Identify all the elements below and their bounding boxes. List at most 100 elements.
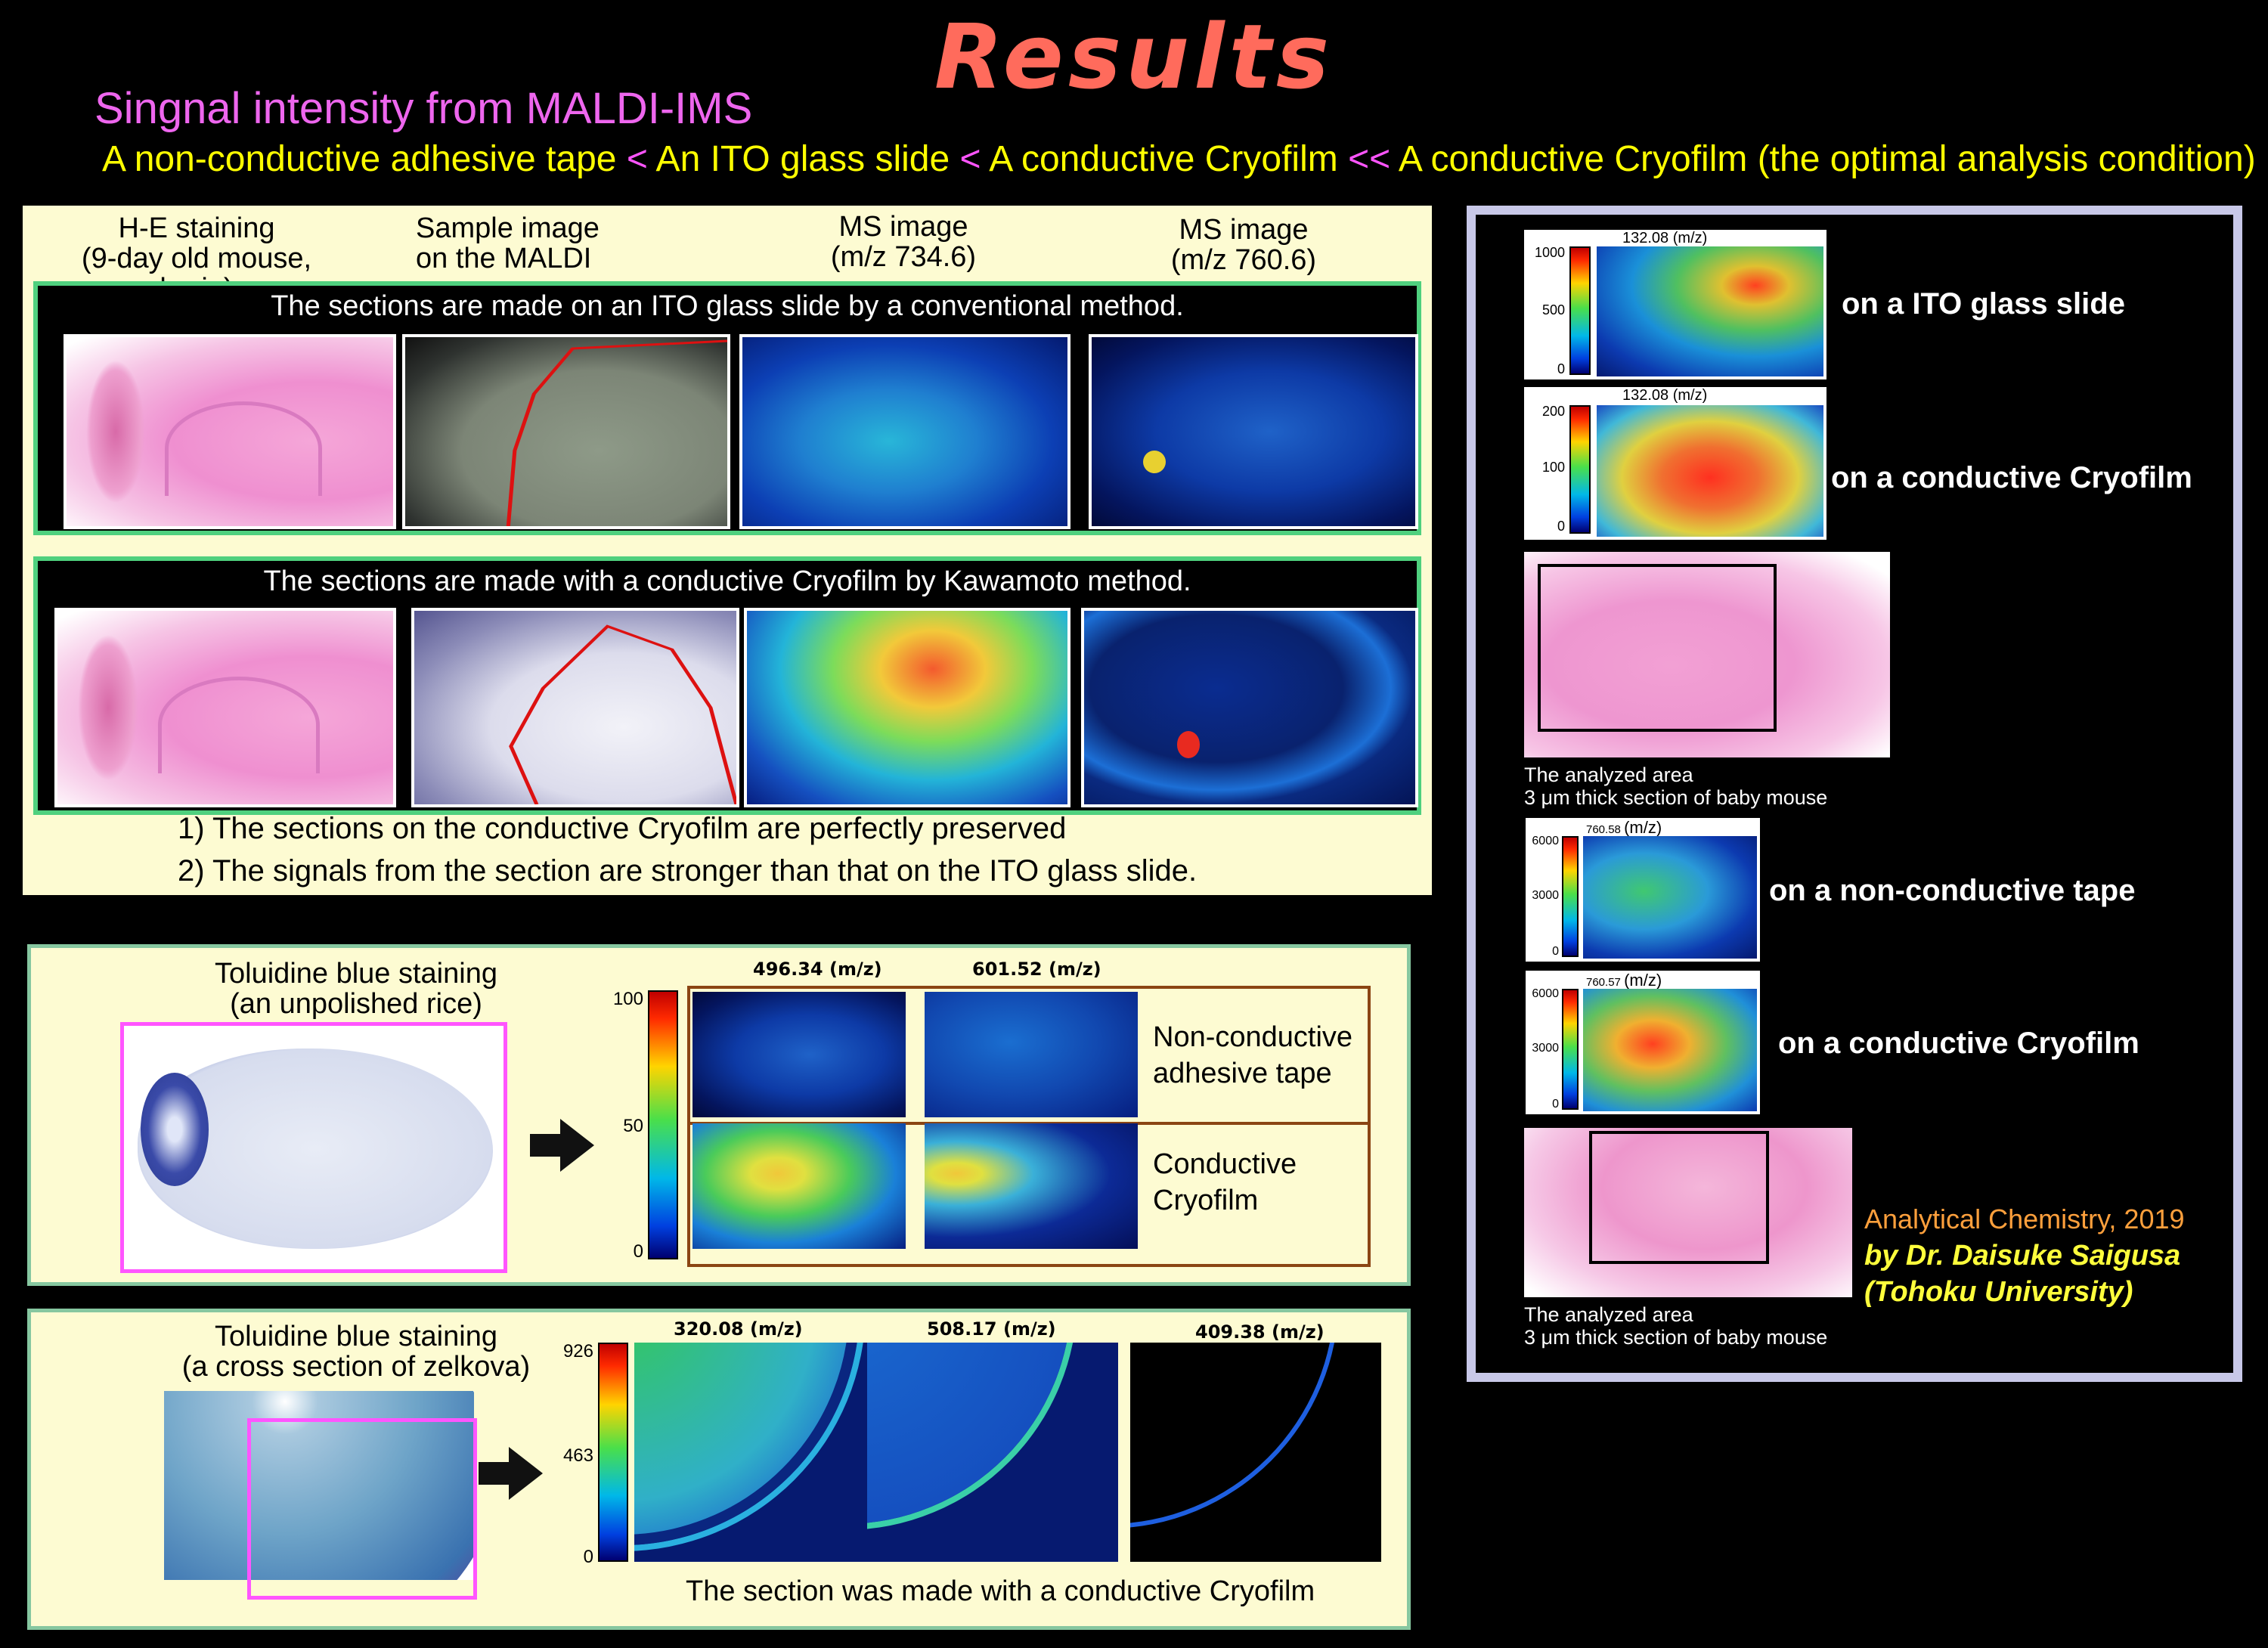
ms-rice-496-tape — [692, 992, 906, 1117]
note-preserved: 1) The sections on the conductive Cryofi… — [178, 812, 1067, 845]
mz-label: 132.08 (m/z) — [1622, 230, 1708, 246]
ms-baby-ito: 132.08 (m/z) 1000 500 0 — [1524, 230, 1826, 379]
color-scale-bar — [1562, 989, 1579, 1110]
rice-caption-line1: Toluidine blue staining — [215, 958, 497, 990]
color-scale-bar — [598, 1343, 628, 1562]
note-stronger: 2) The signals from the section are stro… — [178, 854, 1198, 888]
ito-band-caption: The sections are made on an ITO glass sl… — [271, 290, 1184, 322]
ms-zelkova-ring — [634, 1343, 860, 1545]
citation-author: by Dr. Daisuke Saigusa — [1864, 1240, 2181, 1272]
rice-caption-line2: (an unpolished rice) — [230, 988, 482, 1020]
ms-heatmap — [1583, 989, 1757, 1111]
scale-tick-min: 0 — [1557, 361, 1565, 376]
ms-baby-cryofilm: 132.08 (m/z) 200 100 0 — [1524, 387, 1826, 540]
mz-unit: (m/z) — [1624, 971, 1662, 990]
mz-label-320: 320.08 (m/z) — [674, 1318, 803, 1340]
zelkova-panel: Toluidine blue staining (a cross section… — [27, 1309, 1411, 1630]
col-ms760-line2: (m/z 760.6) — [1170, 244, 1317, 276]
analyzed-area-box — [1589, 1131, 1769, 1264]
zelkova-footer: The section was made with a conductive C… — [686, 1575, 1315, 1607]
scale-tick-max: 6000 — [1532, 835, 1559, 847]
color-scale-bar — [1562, 836, 1579, 957]
ms-baby-tape: 760.58 (m/z) 6000 3000 0 — [1526, 818, 1760, 962]
ms-hotspot — [1143, 451, 1167, 473]
scale-tick-max: 1000 — [1534, 245, 1565, 260]
ms-rice-496-cryofilm — [692, 1123, 906, 1249]
zelkova-caption-line1: Toluidine blue staining — [215, 1321, 497, 1352]
citation-journal: Analytical Chemistry, 2019 — [1864, 1203, 2185, 1234]
right-panel: 132.08 (m/z) 1000 500 0 on a ITO glass s… — [1467, 206, 2242, 1382]
mz-value: 760.57 — [1586, 976, 1621, 989]
ranking-item-cryofilm: A conductive Cryofilm — [989, 139, 1338, 179]
label-cryofilm-line2: Cryofilm — [1153, 1185, 1259, 1216]
scale-tick-min: 0 — [1552, 1098, 1559, 1111]
scale-tick-max: 100 — [612, 989, 643, 1009]
ranking-item-tape: A non-conductive adhesive tape — [102, 139, 617, 179]
mz-label-601: 601.52 (m/z) — [972, 959, 1101, 980]
he1-caption-line2: 3 μm thick section of baby mouse — [1524, 786, 1828, 809]
arrow-right-icon — [530, 1119, 598, 1172]
brain-panel: H-E staining (9-day old mouse, brain) Sa… — [23, 206, 1432, 895]
rice-caption: Toluidine blue staining (an unpolished r… — [144, 959, 568, 1019]
analyzed-area-box — [1538, 564, 1777, 732]
ms-heatmap — [1597, 405, 1823, 537]
mz-label-508: 508.17 (m/z) — [927, 1318, 1056, 1340]
col-ms760-line1: MS image — [1179, 214, 1309, 246]
ms-heatmap — [1583, 836, 1757, 959]
label-tape-line2: adhesive tape — [1153, 1058, 1332, 1089]
mz-value: 760.58 — [1586, 823, 1621, 836]
scale-tick-mid: 50 — [623, 1116, 643, 1136]
ranking-lt-3: << — [1348, 139, 1391, 179]
ms-rice-601-cryofilm — [925, 1123, 1138, 1249]
he-baby-mouse-1 — [1524, 552, 1890, 757]
zelkova-caption: Toluidine blue staining (a cross section… — [144, 1321, 568, 1382]
color-scale-bar — [648, 990, 678, 1259]
scale-tick-max: 926 — [562, 1341, 593, 1361]
citation-affiliation: (Tohoku University) — [1864, 1276, 2133, 1308]
scale-tick-mid: 463 — [562, 1445, 593, 1466]
sample-image-cryofilm — [411, 608, 739, 807]
ms-zelkova-ring — [867, 1343, 1071, 1524]
page-subtitle: Singnal intensity from MALDI-IMS — [94, 84, 753, 133]
cryofilm-band-caption: The sections are made with a conductive … — [263, 565, 1191, 597]
he1-caption-line1: The analyzed area — [1524, 764, 1693, 786]
scale-tick-min: 0 — [1557, 519, 1565, 534]
mz-unit: (m/z) — [1624, 818, 1662, 837]
ms-image-760-ito — [1089, 334, 1418, 529]
rice-embryo — [141, 1073, 209, 1186]
ms-zelkova-ring — [1130, 1343, 1334, 1524]
mz-label: 760.57 (m/z) — [1586, 971, 1662, 990]
col-ms-734: MS image (m/z 734.6) — [779, 212, 1028, 272]
sample-image-ito — [402, 334, 730, 529]
scale-tick-max: 6000 — [1532, 987, 1559, 1000]
color-scale-bar — [1569, 405, 1591, 534]
scale-tick-min: 0 — [633, 1241, 643, 1262]
zelkova-magnified-area — [247, 1418, 477, 1600]
mz-label: 132.08 (m/z) — [1622, 387, 1708, 404]
scale-tick-mid: 3000 — [1532, 889, 1559, 902]
arrow-right-icon — [479, 1447, 547, 1500]
col-he-line1: H-E staining — [118, 212, 275, 244]
cryofilm-band: The sections are made with a conductive … — [33, 556, 1421, 815]
col-sample-line2: on the MALDI — [416, 243, 592, 274]
col-ms734-line1: MS image — [838, 211, 968, 243]
ms-hotspot — [1176, 730, 1201, 758]
scale-tick-mid: 100 — [1541, 460, 1565, 475]
he-image-cryofilm — [54, 608, 396, 807]
ms-image-734-cryofilm — [744, 608, 1070, 807]
scale-tick-min: 0 — [1552, 945, 1559, 958]
col-sample-line1: Sample image — [416, 212, 600, 244]
color-scale-bar — [1569, 246, 1591, 375]
mz-label-409: 409.38 (m/z) — [1195, 1321, 1325, 1343]
scale-tick-mid: 500 — [1541, 302, 1565, 318]
label-cryofilm-line1: Conductive — [1153, 1148, 1297, 1180]
ms-heatmap — [1597, 246, 1823, 376]
mz-label: 760.58 (m/z) — [1586, 818, 1662, 838]
label-conductive-cryofilm: Conductive Cryofilm — [1153, 1146, 1297, 1219]
label-tape: on a non-conductive tape — [1769, 874, 2136, 907]
he2-caption-line2: 3 μm thick section of baby mouse — [1524, 1326, 1828, 1349]
ms-zelkova-409 — [1130, 1343, 1381, 1562]
ranking-lt-2: < — [959, 139, 981, 179]
ranking-item-ito: An ITO glass slide — [655, 139, 950, 179]
scale-tick-max: 200 — [1541, 404, 1565, 419]
